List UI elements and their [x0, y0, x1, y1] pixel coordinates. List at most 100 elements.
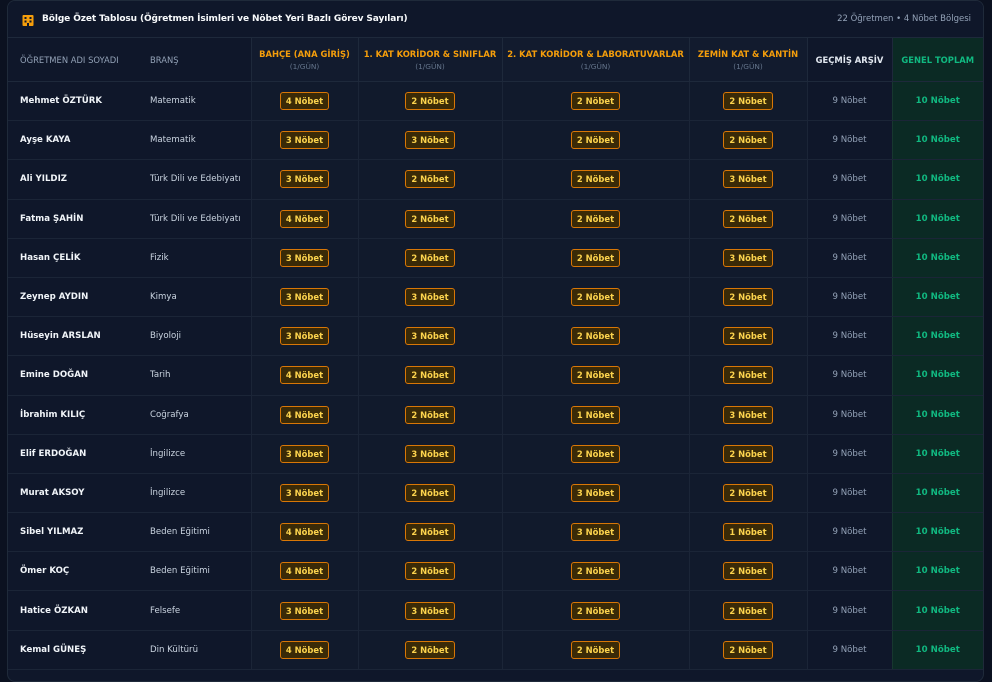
duty-count-badge: 2 Nöbet — [405, 483, 455, 502]
teacher-name: Emine DOĞAN — [8, 355, 138, 396]
duty-count-badge: 2 Nöbet — [570, 562, 621, 581]
duty-count-badge: 2 Nöbet — [570, 327, 621, 346]
zone-cell: 2 Nöbet — [501, 199, 689, 239]
zone-cell: 4 Nöbet — [250, 512, 358, 553]
zone-cell: 2 Nöbet — [357, 159, 502, 200]
archive-count: 9 Nöbet — [806, 81, 892, 122]
zone-cell: 1 Nöbet — [688, 512, 807, 553]
duty-count-badge: 2 Nöbet — [405, 248, 455, 267]
zone-cell: 3 Nöbet — [357, 590, 502, 631]
table-row[interactable]: Ali YILDIZ Türk Dili ve Edebiyatı 3 Nöbet 2… — [8, 159, 983, 200]
table-row[interactable]: Sibel YILMAZ Beden Eğitimi 4 Nöbet 2 Nöbet 3… — [8, 512, 983, 553]
teacher-branch: Coğrafya — [138, 395, 251, 435]
duty-count-badge: 1 Nöbet — [723, 523, 773, 542]
col-header-zone-kat2[interactable]: 2. KAT KORİDOR & LABORATUVARLAR (1/GÜN) — [501, 38, 689, 82]
table-row[interactable]: Hüseyin ARSLAN Biyoloji 3 Nöbet 3 Nöbet 2 Nö… — [8, 316, 983, 357]
duty-count-badge: 2 Nöbet — [723, 444, 773, 463]
zone-cell: 2 Nöbet — [501, 355, 689, 396]
teacher-name: Hatice ÖZKAN — [8, 590, 138, 631]
table-row[interactable]: Murat AKSOY İngilizce 3 Nöbet 2 Nöbet 3 Nöbe… — [8, 473, 983, 514]
duty-count-badge: 2 Nöbet — [723, 366, 773, 385]
zone-cell: 3 Nöbet — [357, 120, 502, 161]
col-header-zone-kat1[interactable]: 1. KAT KORİDOR & SINIFLAR (1/GÜN) — [357, 38, 502, 82]
zone-cell: 2 Nöbet — [688, 277, 807, 318]
duty-count-badge: 3 Nöbet — [279, 288, 330, 307]
duty-count-badge: 3 Nöbet — [405, 131, 455, 150]
table-row[interactable]: Fatma ŞAHİN Türk Dili ve Edebiyatı 4 Nöbet… — [8, 199, 983, 239]
teacher-name: Hüseyin ARSLAN — [8, 316, 138, 357]
zone-name: ZEMİN KAT & KANTİN — [697, 48, 799, 59]
archive-count: 9 Nöbet — [806, 355, 892, 396]
zone-frequency: (1/GÜN) — [733, 61, 763, 71]
zone-cell: 3 Nöbet — [688, 159, 807, 200]
archive-count: 9 Nöbet — [806, 316, 892, 357]
col-header-teacher[interactable]: ÖĞRETMEN ADI SOYADI — [8, 38, 138, 82]
duty-count-badge: 2 Nöbet — [405, 170, 455, 189]
table-row[interactable]: Kemal GÜNEŞ Din Kültürü 4 Nöbet 2 Nöbet 2 Nö… — [8, 630, 983, 670]
summary-table: ÖĞRETMEN ADI SOYADI BRANŞ BAHÇE (ANA GİR… — [8, 38, 983, 670]
col-header-branch[interactable]: BRANŞ — [138, 38, 251, 82]
teacher-branch: Beden Eğitimi — [138, 512, 251, 553]
archive-count: 9 Nöbet — [806, 630, 892, 670]
col-header-archive[interactable]: GEÇMİŞ ARŞİV — [806, 38, 892, 82]
col-header-zone-bahce[interactable]: BAHÇE (ANA GİRİŞ) (1/GÜN) — [250, 38, 358, 82]
total-count: 10 Nöbet — [891, 395, 983, 435]
zone-cell: 3 Nöbet — [250, 238, 358, 278]
table-row[interactable]: İbrahim KILIÇ Coğrafya 4 Nöbet 2 Nöbet 1 Nöb… — [8, 395, 983, 435]
duty-count-badge: 2 Nöbet — [570, 288, 621, 307]
col-header-zone-zemin[interactable]: ZEMİN KAT & KANTİN (1/GÜN) — [688, 38, 807, 82]
total-count: 10 Nöbet — [891, 316, 983, 357]
zone-frequency: (1/GÜN) — [415, 61, 445, 71]
teacher-name: Kemal GÜNEŞ — [8, 630, 138, 670]
summary-stats: 22 Öğretmen • 4 Nöbet Bölgesi — [837, 14, 971, 24]
table-row[interactable]: Hatice ÖZKAN Felsefe 3 Nöbet 3 Nöbet 2 Nöbet… — [8, 590, 983, 631]
teacher-name: Ayşe KAYA — [8, 120, 138, 161]
duty-count-badge: 2 Nöbet — [570, 209, 621, 228]
duty-count-badge: 2 Nöbet — [405, 562, 455, 581]
duty-count-badge: 3 Nöbet — [405, 601, 455, 620]
table-row[interactable]: Elif ERDOĞAN İngilizce 3 Nöbet 3 Nöbet 2 Nöb… — [8, 434, 983, 474]
duty-count-badge: 2 Nöbet — [570, 444, 621, 463]
total-count: 10 Nöbet — [891, 473, 983, 514]
zone-cell: 2 Nöbet — [357, 473, 502, 514]
zone-cell: 2 Nöbet — [688, 630, 807, 670]
table-row[interactable]: Ayşe KAYA Matematik 3 Nöbet 3 Nöbet 2 Nöbet 2… — [8, 120, 983, 161]
total-count: 10 Nöbet — [891, 434, 983, 474]
table-row[interactable]: Mehmet ÖZTÜRK Matematik 4 Nöbet 2 Nöbet 2 Nö… — [8, 81, 983, 122]
zone-cell: 2 Nöbet — [357, 551, 502, 592]
panel-header: Bölge Özet Tablosu (Öğretmen İsimleri ve… — [8, 1, 983, 38]
zone-cell: 2 Nöbet — [357, 512, 502, 553]
teacher-branch: Matematik — [138, 120, 251, 161]
summary-panel: Bölge Özet Tablosu (Öğretmen İsimleri ve… — [7, 0, 984, 682]
table-row[interactable]: Ömer KOÇ Beden Eğitimi 4 Nöbet 2 Nöbet 2 Nöb… — [8, 551, 983, 592]
title-group: Bölge Özet Tablosu (Öğretmen İsimleri ve… — [21, 12, 408, 26]
duty-count-badge: 3 Nöbet — [279, 327, 330, 346]
duty-count-badge: 4 Nöbet — [279, 366, 330, 385]
table-row[interactable]: Zeynep AYDIN Kimya 3 Nöbet 3 Nöbet 2 Nöbet 2 … — [8, 277, 983, 318]
zone-cell: 2 Nöbet — [688, 590, 807, 631]
duty-count-badge: 3 Nöbet — [279, 483, 330, 502]
zone-cell: 2 Nöbet — [501, 316, 689, 357]
zone-cell: 3 Nöbet — [501, 512, 689, 553]
zone-frequency: (1/GÜN) — [289, 61, 320, 71]
zone-cell: 2 Nöbet — [357, 355, 502, 396]
table-row[interactable]: Hasan ÇELİK Fizik 3 Nöbet 2 Nöbet 2 Nöbet 3 N… — [8, 238, 983, 278]
teacher-name: Ömer KOÇ — [8, 551, 138, 592]
zone-cell: 3 Nöbet — [501, 473, 689, 514]
duty-count-badge: 3 Nöbet — [405, 444, 455, 463]
table-row[interactable]: Emine DOĞAN Tarih 4 Nöbet 2 Nöbet 2 Nöbet 2 N… — [8, 355, 983, 396]
zone-name: 1. KAT KORİDOR & SINIFLAR — [363, 48, 497, 59]
teacher-name: Sibel YILMAZ — [8, 512, 138, 553]
archive-count: 9 Nöbet — [806, 434, 892, 474]
duty-count-badge: 2 Nöbet — [570, 92, 621, 111]
zone-cell: 2 Nöbet — [501, 81, 689, 122]
zone-name: 2. KAT KORİDOR & LABORATUVARLAR — [507, 48, 684, 59]
zone-cell: 4 Nöbet — [250, 81, 358, 122]
duty-count-badge: 4 Nöbet — [279, 92, 330, 111]
total-count: 10 Nöbet — [891, 277, 983, 318]
total-count: 10 Nöbet — [891, 120, 983, 161]
zone-cell: 3 Nöbet — [357, 277, 502, 318]
duty-count-badge: 3 Nöbet — [723, 405, 773, 424]
total-count: 10 Nöbet — [891, 590, 983, 631]
col-header-total[interactable]: GENEL TOPLAM — [891, 38, 983, 82]
